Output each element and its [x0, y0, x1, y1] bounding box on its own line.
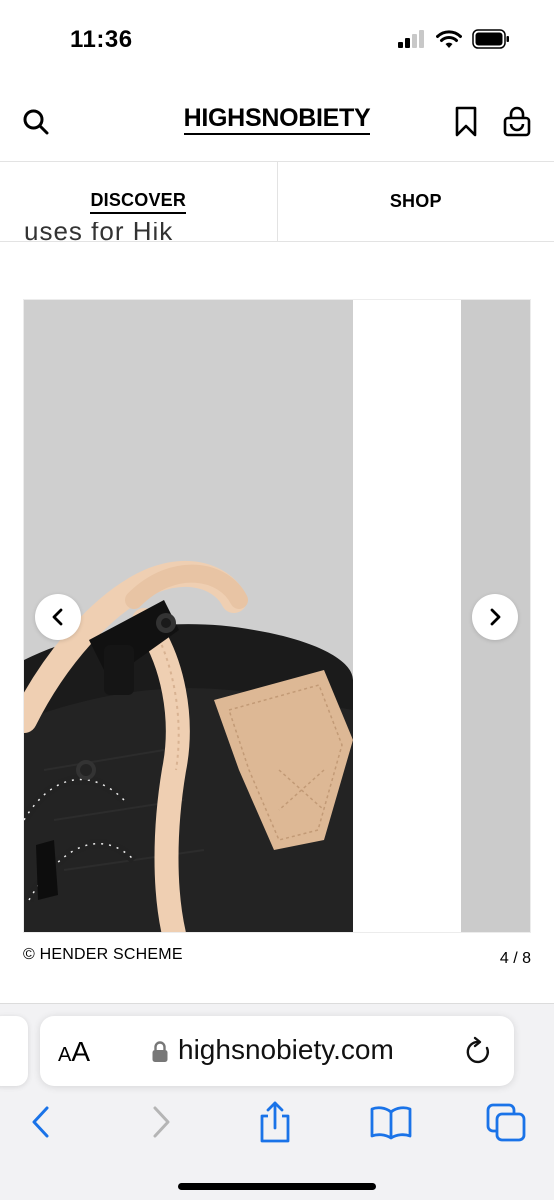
previous-tab-preview[interactable] [0, 1016, 28, 1086]
cellular-signal-icon [398, 30, 424, 48]
chevron-right-icon [490, 608, 501, 626]
share-icon [260, 1101, 290, 1143]
share-button[interactable] [256, 1100, 294, 1144]
forward-icon [153, 1106, 170, 1138]
text-size-large-a: A [71, 1036, 91, 1067]
shopping-bag-icon[interactable] [502, 106, 532, 138]
article-partial-text-content: uses for Hik [24, 222, 174, 244]
bookmark-icon[interactable] [454, 106, 478, 138]
home-indicator [178, 1183, 376, 1190]
text-size-small-a: A [58, 1044, 72, 1066]
address-bar[interactable]: AA highsnobiety.com [40, 1016, 514, 1086]
back-icon [32, 1106, 49, 1138]
site-header: HIGHSNOBIETY [0, 80, 554, 162]
status-bar: 11:36 [0, 0, 554, 80]
forward-button[interactable] [144, 1100, 178, 1144]
image-gallery[interactable] [23, 299, 531, 933]
gallery-next-button[interactable] [472, 594, 518, 640]
status-icons [398, 29, 510, 49]
url-text: highsnobiety.com [178, 1034, 394, 1065]
bookmarks-icon [370, 1106, 412, 1140]
tabs-icon [486, 1103, 526, 1142]
gallery-prev-button[interactable] [35, 594, 81, 640]
lock-icon [152, 1041, 168, 1062]
back-button[interactable] [24, 1100, 58, 1144]
browser-bottom-bar: AA highsnobiety.com [0, 1003, 554, 1200]
text-size-button[interactable]: AA [58, 1036, 90, 1068]
image-caption: © HENDER SCHEME [23, 946, 183, 963]
brand-logo-text: HIGHSNOBIETY [183, 104, 371, 135]
status-time: 11:36 [70, 26, 133, 53]
tab-shop[interactable]: SHOP [276, 162, 554, 241]
browser-toolbar [0, 1100, 554, 1144]
bookmarks-button[interactable] [368, 1100, 414, 1144]
battery-icon [472, 29, 509, 49]
tab-shop-label: SHOP [389, 191, 442, 211]
gallery-counter: 4 / 8 [499, 950, 531, 967]
gallery-slide-gap [353, 300, 461, 932]
tab-discover-label: DISCOVER [90, 190, 187, 214]
tabs-button[interactable] [484, 1100, 528, 1144]
chevron-left-icon [52, 608, 63, 626]
article-partial-text: uses for Hik [24, 222, 173, 244]
wifi-icon [436, 30, 462, 48]
reload-icon[interactable] [464, 1036, 494, 1068]
